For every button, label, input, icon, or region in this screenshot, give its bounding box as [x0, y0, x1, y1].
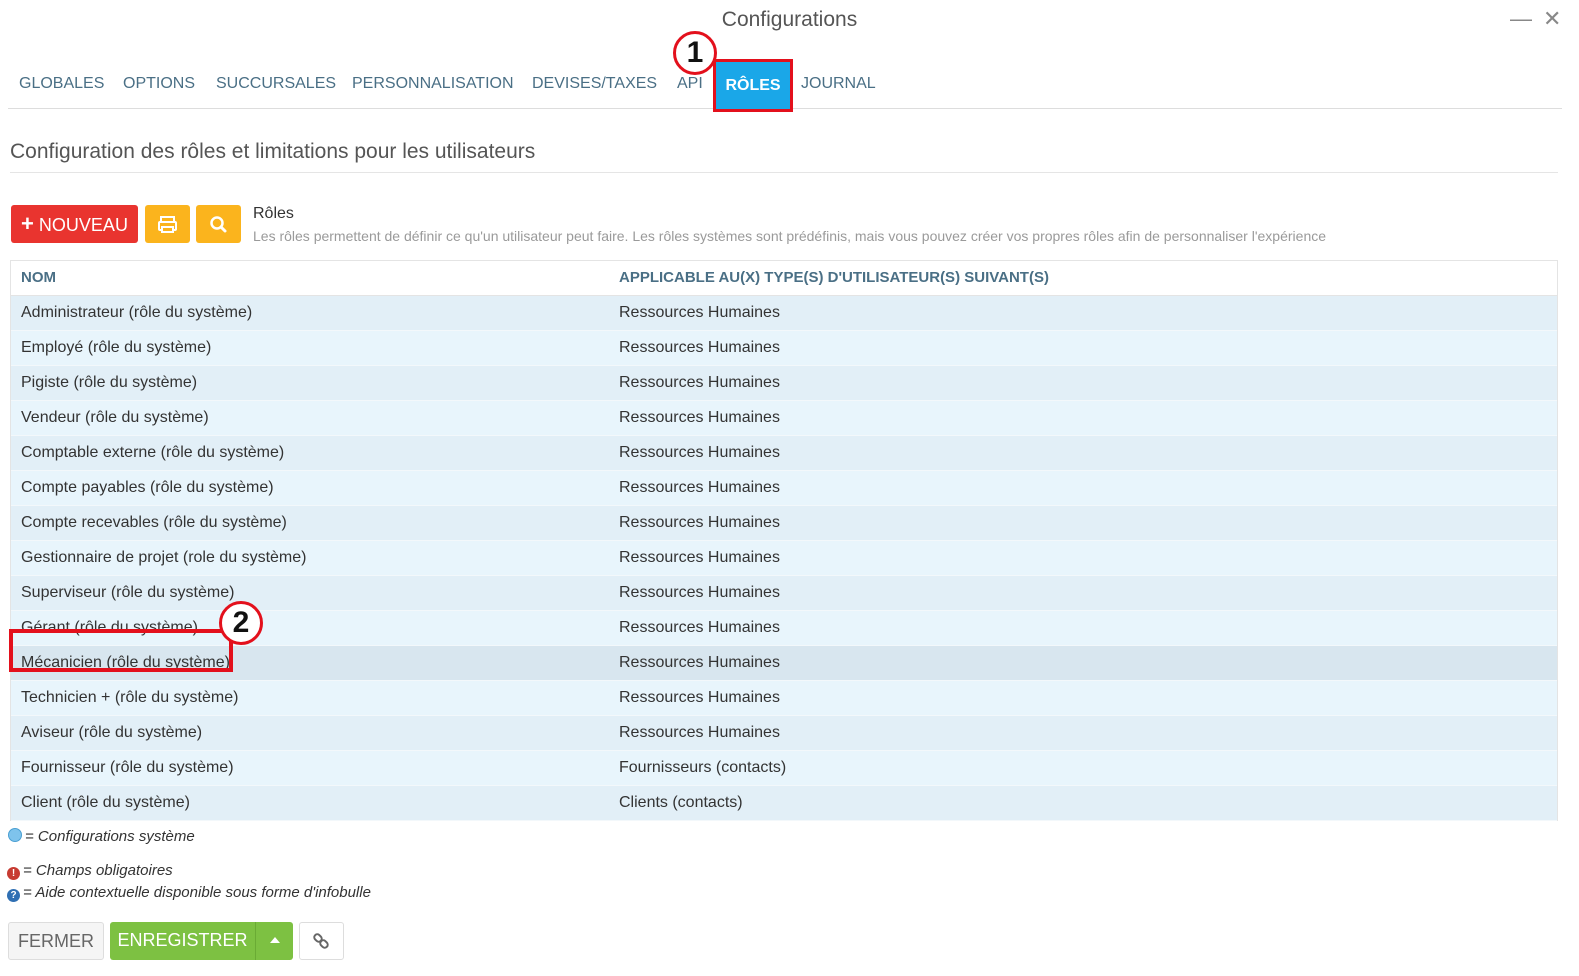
table-row[interactable]: Compte payables (rôle du système) Ressour… — [11, 471, 1557, 506]
role-name: Aviseur (rôle du système) — [21, 724, 203, 741]
role-type: Ressources Humaines — [619, 619, 780, 636]
new-button-label: NOUVEAU — [38, 215, 128, 235]
role-name: Compte recevables (rôle du système) — [21, 514, 287, 531]
table-row[interactable]: Administrateur (rôle du système) Ressourc… — [11, 296, 1557, 331]
table-row[interactable]: Comptable externe (rôle du système) Resso… — [11, 436, 1557, 471]
role-type: Fournisseurs (contacts) — [619, 759, 787, 776]
role-type: Ressources Humaines — [619, 724, 780, 741]
role-name: Gestionnaire de projet (role du système) — [21, 549, 307, 566]
role-name: Pigiste (rôle du système) — [21, 374, 198, 391]
minimize-icon[interactable]: — — [1510, 6, 1532, 32]
role-type: Ressources Humaines — [619, 374, 780, 391]
role-type: Ressources Humaines — [619, 654, 780, 671]
column-header-type[interactable]: APPLICABLE AU(X) TYPE(S) D'UTILISATEUR(S… — [619, 261, 1049, 295]
close-icon[interactable]: ✕ — [1543, 6, 1561, 32]
legend-system: = Configurations système — [8, 828, 195, 845]
tab-options[interactable]: OPTIONS — [123, 60, 195, 108]
roles-table: NOM APPLICABLE AU(X) TYPE(S) D'UTILISATE… — [10, 260, 1558, 821]
section-title: Rôles — [253, 205, 294, 222]
table-header: NOM APPLICABLE AU(X) TYPE(S) D'UTILISATE… — [11, 261, 1557, 296]
table-row[interactable]: Pigiste (rôle du système) Ressources Huma… — [11, 366, 1557, 401]
role-type: Ressources Humaines — [619, 514, 780, 531]
window-title: Configurations — [721, 8, 858, 31]
role-name: Fournisseur (rôle du système) — [21, 759, 234, 776]
divider — [10, 172, 1558, 173]
plus-icon: + — [21, 211, 34, 236]
table-body: Administrateur (rôle du système) Ressourc… — [11, 296, 1557, 821]
role-name: Superviseur (rôle du système) — [21, 584, 235, 601]
role-name: Vendeur (rôle du système) — [21, 409, 209, 426]
role-name: Administrateur (rôle du système) — [21, 304, 253, 321]
role-type: Clients (contacts) — [619, 794, 743, 811]
tab-personnalisation[interactable]: PERSONNALISATION — [352, 60, 514, 108]
role-type: Ressources Humaines — [619, 549, 780, 566]
table-row[interactable]: Client (rôle du système) Clients (contact… — [11, 786, 1557, 821]
role-type: Ressources Humaines — [619, 409, 780, 426]
table-row[interactable]: Gestionnaire de projet (role du système)… — [11, 541, 1557, 576]
table-row[interactable]: Vendeur (rôle du système) Ressources Huma… — [11, 401, 1557, 436]
tab-bar: GLOBALES OPTIONS SUCCURSALES PERSONNALIS… — [8, 59, 1562, 112]
role-type: Ressources Humaines — [619, 479, 780, 496]
tab-journal[interactable]: JOURNAL — [801, 60, 876, 108]
close-button[interactable]: FERMER — [8, 922, 104, 960]
exclamation-icon: ! — [7, 867, 20, 880]
legend-required: ! = Champs obligatoires — [7, 862, 173, 880]
role-name: Employé (rôle du système) — [21, 339, 212, 356]
column-header-nom[interactable]: NOM — [21, 261, 56, 295]
role-type: Ressources Humaines — [619, 689, 780, 706]
new-button[interactable]: + NOUVEAU — [11, 205, 138, 243]
table-row-highlighted[interactable]: Mécanicien (rôle du système) Ressources H… — [11, 646, 1557, 681]
search-icon — [210, 216, 227, 233]
question-icon: ? — [7, 889, 20, 902]
section-description: Les rôles permettent de définir ce qu'un… — [253, 228, 1327, 244]
role-name: Compte payables (rôle du système) — [21, 479, 274, 496]
role-type: Ressources Humaines — [619, 444, 780, 461]
role-name: Technicien + (rôle du système) — [21, 689, 239, 706]
role-name: Client (rôle du système) — [21, 794, 190, 811]
link-button[interactable] — [299, 922, 344, 960]
tab-succursales[interactable]: SUCCURSALES — [216, 60, 336, 108]
annotation-badge-2: 2 — [219, 601, 263, 645]
role-type: Ressources Humaines — [619, 304, 780, 321]
save-button[interactable]: ENREGISTRER — [110, 922, 255, 960]
annotation-highlight-box — [9, 629, 233, 672]
tab-globales[interactable]: GLOBALES — [19, 60, 104, 108]
table-row[interactable]: Technicien + (rôle du système) Ressources… — [11, 681, 1557, 716]
table-row[interactable]: Compte recevables (rôle du système) Resso… — [11, 506, 1557, 541]
role-type: Ressources Humaines — [619, 584, 780, 601]
tab-roles[interactable]: RÔLES — [713, 59, 793, 112]
link-icon — [313, 933, 329, 949]
caret-up-icon — [269, 937, 280, 943]
table-row[interactable]: Employé (rôle du système) Ressources Huma… — [11, 331, 1557, 366]
system-dot-icon — [8, 828, 22, 842]
legend-help: ? = Aide contextuelle disponible sous for… — [7, 884, 371, 902]
role-name: Comptable externe (rôle du système) — [21, 444, 285, 461]
role-type: Ressources Humaines — [619, 339, 780, 356]
save-dropdown-button[interactable] — [255, 922, 293, 960]
table-row[interactable]: Fournisseur (rôle du système) Fournisseur… — [11, 751, 1557, 786]
search-button[interactable] — [196, 205, 241, 243]
table-row[interactable]: Aviseur (rôle du système) Ressources Huma… — [11, 716, 1557, 751]
print-button[interactable] — [145, 205, 190, 243]
tab-devises-taxes[interactable]: DEVISES/TAXES — [532, 60, 657, 108]
print-icon — [158, 216, 177, 233]
annotation-badge-1: 1 — [673, 31, 717, 75]
page-title: Configuration des rôles et limitations p… — [10, 140, 536, 163]
